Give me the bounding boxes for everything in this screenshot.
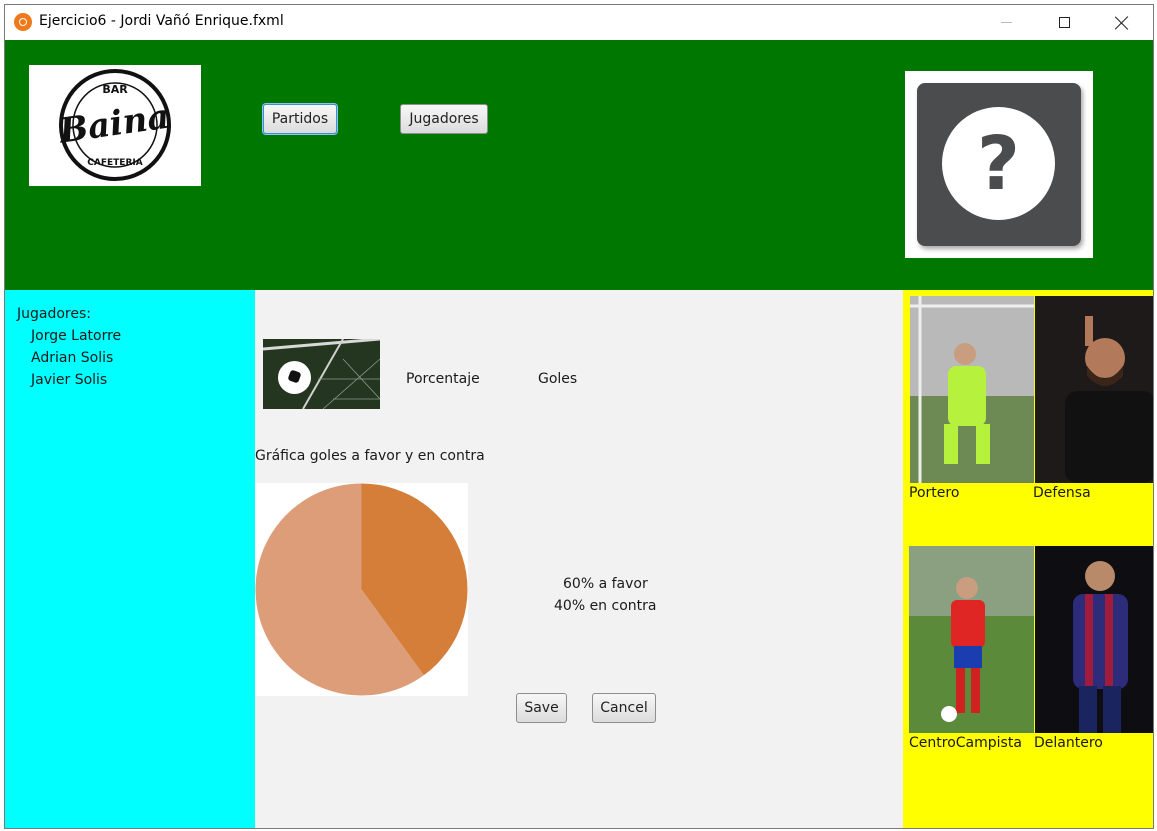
partidos-button[interactable]: Partidos: [263, 104, 337, 134]
close-button[interactable]: [1099, 5, 1145, 40]
soccer-ball-image: [263, 339, 380, 409]
delantero-photo[interactable]: [1035, 546, 1153, 733]
forward-image: [1035, 546, 1153, 733]
centrocampista-label: CentroCampista: [909, 735, 1022, 751]
logo-brand-text: Baina: [56, 97, 172, 152]
player-item[interactable]: Adrian Solis: [31, 350, 113, 366]
player-item[interactable]: Jorge Latorre: [31, 328, 121, 344]
defender-image: [1035, 296, 1153, 483]
logo-top-text: BAR: [102, 83, 128, 96]
stats-panel: Porcentaje Goles Gráfica goles a favor y…: [255, 290, 903, 828]
portero-label: Portero: [909, 485, 960, 501]
help-button[interactable]: ?: [905, 71, 1093, 258]
logo-bottom-text: CAFETERIA: [87, 158, 142, 168]
soccer-ball-icon: [278, 361, 311, 394]
centrocampista-photo[interactable]: [909, 546, 1034, 733]
cancel-button[interactable]: Cancel: [592, 693, 656, 723]
portero-photo[interactable]: [910, 296, 1034, 483]
players-sidebar: Jugadores: Jorge Latorre Adrian Solis Ja…: [5, 290, 255, 828]
minimize-button[interactable]: [983, 5, 1029, 40]
window-title: Ejercicio6 - Jordi Vañó Enrique.fxml: [39, 13, 284, 29]
bar-logo: BAR Baina CAFETERIA: [29, 65, 201, 186]
header-bar: BAR Baina CAFETERIA Partidos Jugadores ?: [5, 40, 1153, 290]
positions-panel: Portero Defensa CentroCampista Delantero: [903, 290, 1153, 828]
delantero-label: Delantero: [1034, 735, 1103, 751]
goals-pie-chart: [255, 483, 468, 696]
question-mark-icon: ?: [942, 107, 1055, 220]
defensa-label: Defensa: [1033, 485, 1091, 501]
bar-logo-graphic: BAR Baina CAFETERIA: [56, 69, 172, 181]
player-item[interactable]: Javier Solis: [31, 372, 107, 388]
minimize-icon: [1000, 22, 1012, 23]
goalkeeper-image: [910, 296, 1034, 483]
close-icon: [1115, 16, 1129, 30]
players-heading: Jugadores:: [17, 306, 91, 322]
jugadores-button[interactable]: Jugadores: [400, 104, 488, 134]
goles-label: Goles: [538, 371, 578, 387]
defensa-photo[interactable]: [1035, 296, 1153, 483]
chart-heading: Gráfica goles a favor y en contra: [255, 448, 485, 464]
pie-svg: [255, 483, 468, 696]
porcentaje-label: Porcentaje: [406, 371, 480, 387]
save-button[interactable]: Save: [516, 693, 567, 723]
favor-text: 60% a favor: [563, 576, 648, 592]
contra-text: 40% en contra: [554, 598, 657, 614]
app-window: Ejercicio6 - Jordi Vañó Enrique.fxml BAR…: [4, 4, 1154, 829]
title-bar: Ejercicio6 - Jordi Vañó Enrique.fxml: [5, 5, 1153, 40]
maximize-icon: [1058, 17, 1070, 28]
midfielder-image: [909, 546, 1034, 733]
help-icon-tile: ?: [917, 83, 1081, 246]
app-icon: [14, 13, 32, 31]
maximize-button[interactable]: [1041, 5, 1087, 40]
